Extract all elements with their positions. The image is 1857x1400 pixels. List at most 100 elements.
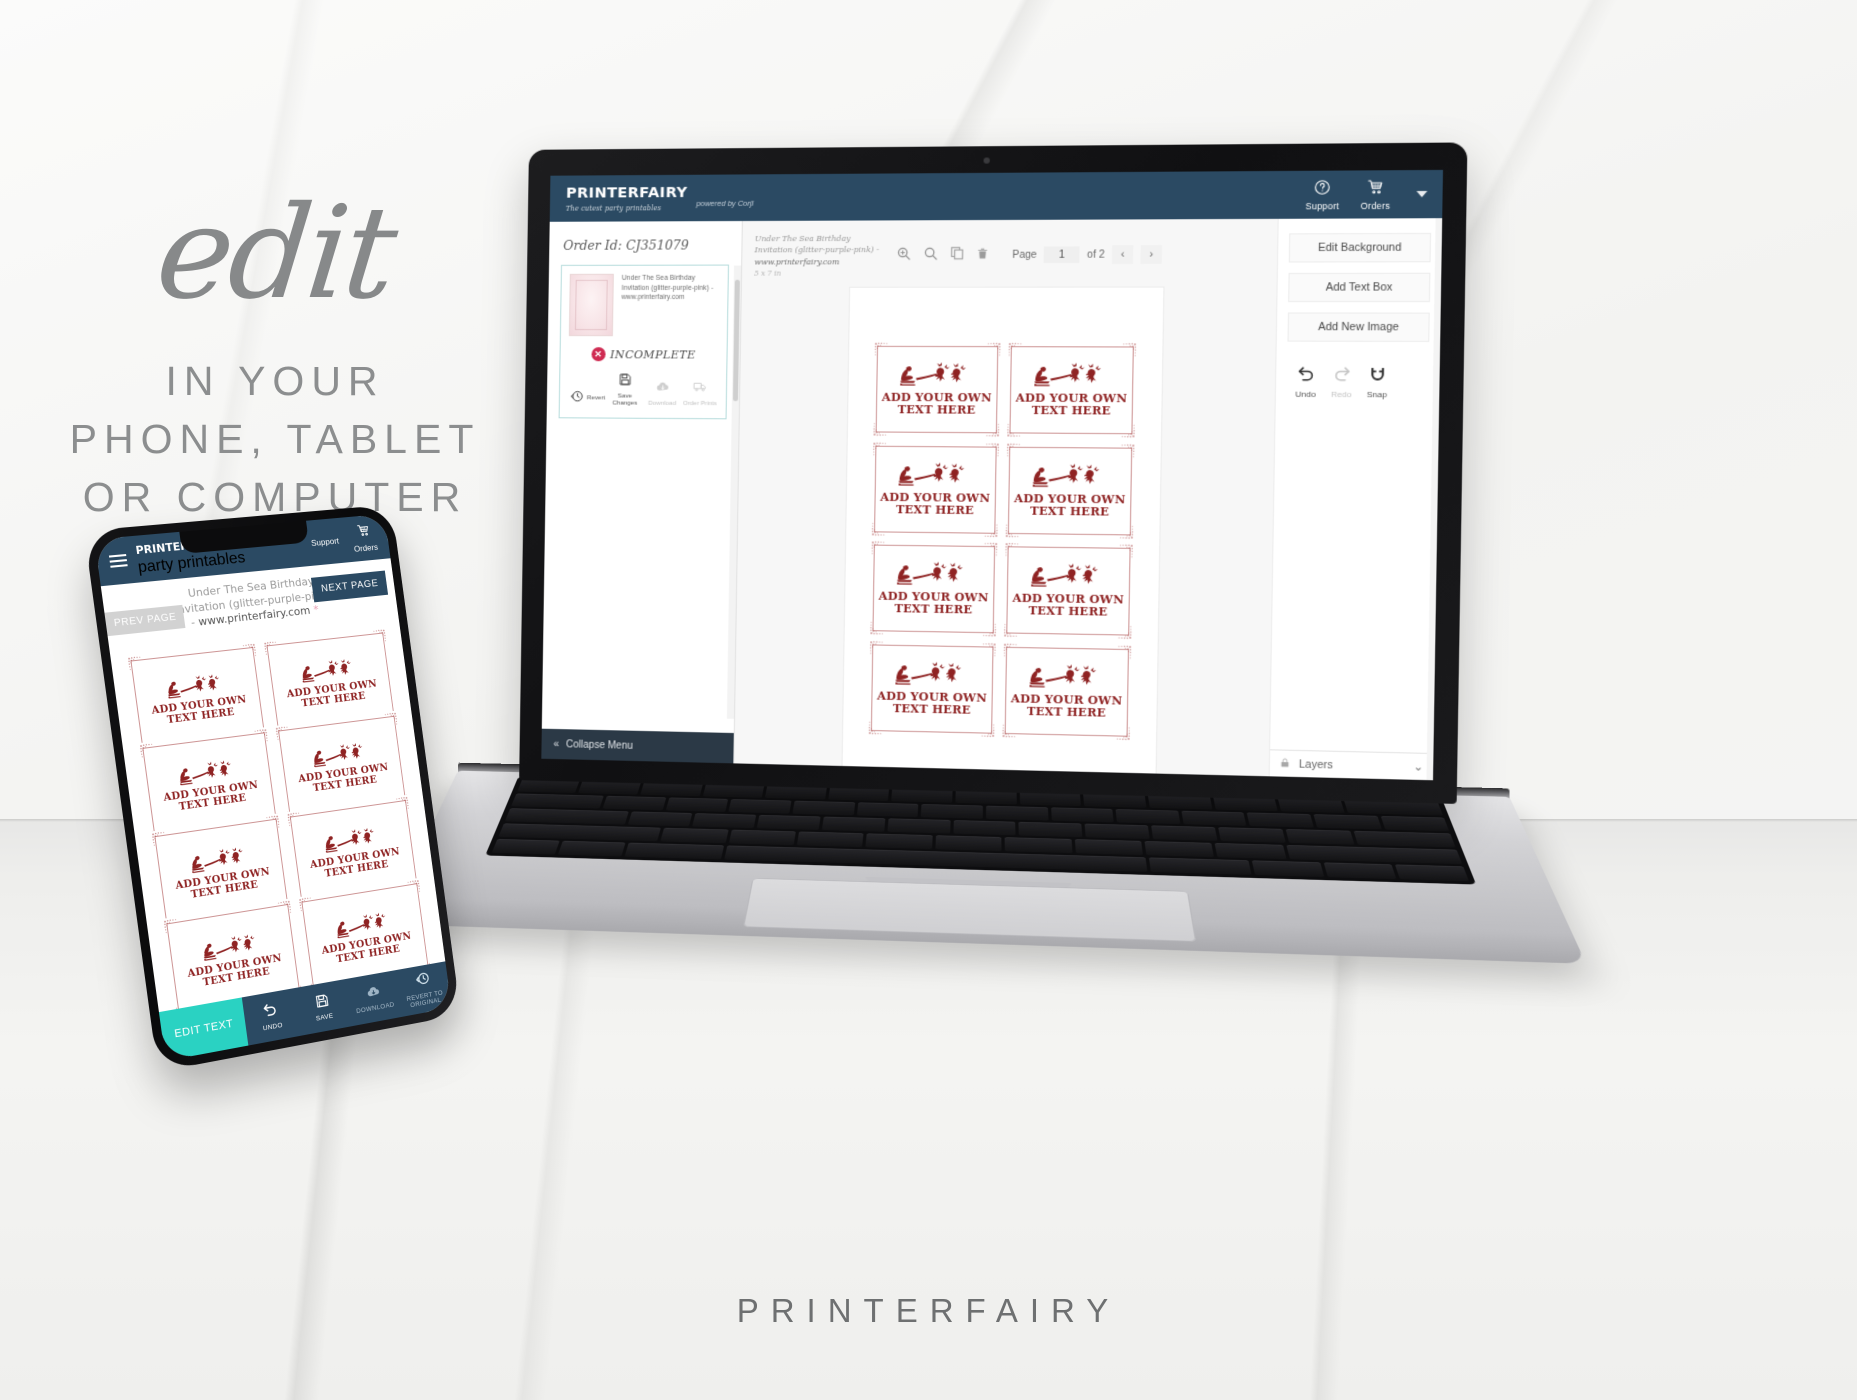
ornament-corner-icon xyxy=(979,721,996,738)
save-changes-button[interactable]: Save Changes xyxy=(607,372,643,407)
chevron-right-icon[interactable]: › xyxy=(1140,245,1163,264)
magnet-icon xyxy=(1367,365,1387,388)
redo-label: Redo xyxy=(1330,389,1352,400)
hamburger-menu-icon[interactable] xyxy=(108,554,128,568)
add-text-box-button[interactable]: Add Text Box xyxy=(1288,272,1431,303)
document-title-muted: Under The Sea Birthday Invitation (glitt… xyxy=(754,233,880,255)
support-button[interactable]: Support xyxy=(1305,178,1339,211)
invitation-card[interactable]: ADD YOUR OWN TEXT HERE xyxy=(867,539,1001,639)
document-title-url: www.printerfairy.com xyxy=(754,257,840,267)
ornament-corner-icon xyxy=(252,728,269,746)
card-border xyxy=(870,643,994,734)
status-badge-label: INCOMPLETE xyxy=(610,347,696,362)
save-changes-label: Save Changes xyxy=(612,392,638,408)
orders-button[interactable]: Orders xyxy=(1361,178,1391,211)
download-button[interactable]: Download xyxy=(644,380,680,408)
ornament-corner-icon xyxy=(275,725,292,743)
ornament-corner-icon xyxy=(980,642,997,659)
page-number-input[interactable] xyxy=(1043,246,1080,264)
phone-download-button[interactable]: DOWNLOAD xyxy=(346,970,403,1026)
close-icon: ✕ xyxy=(591,347,606,362)
ornament-corner-icon xyxy=(1115,644,1132,661)
edit-background-button[interactable]: Edit Background xyxy=(1288,232,1432,263)
ornament-corner-icon xyxy=(240,642,258,660)
zoom-in-icon[interactable] xyxy=(896,245,912,264)
ornament-corner-icon xyxy=(982,521,999,538)
orders-label: Orders xyxy=(1360,200,1391,211)
redo-button[interactable]: Redo xyxy=(1330,365,1352,400)
phone-product-title-star: * xyxy=(312,603,320,617)
snap-label: Snap xyxy=(1366,389,1388,400)
revert-clock-icon xyxy=(414,970,432,992)
chevron-down-icon[interactable]: ⌄ xyxy=(1413,760,1423,774)
undo-button[interactable]: Undo xyxy=(1295,365,1316,399)
revert-button[interactable]: Revert xyxy=(570,389,606,407)
ornament-corner-icon xyxy=(1120,342,1137,359)
invitation-card[interactable]: ADD YOUR OWN TEXT HERE xyxy=(870,340,1004,439)
invitation-card[interactable]: ADD YOUR OWN TEXT HERE xyxy=(865,638,999,739)
laptop-trackpad[interactable] xyxy=(743,877,1197,942)
ornament-corner-icon xyxy=(163,918,181,937)
snap-button[interactable]: Snap xyxy=(1366,365,1388,400)
ornament-corner-icon xyxy=(1115,623,1132,640)
caret-down-icon[interactable] xyxy=(1416,190,1428,198)
ornament-corner-icon xyxy=(981,542,998,559)
headline-script-word: edit xyxy=(150,179,400,328)
ornament-corner-icon xyxy=(371,628,388,645)
trash-icon[interactable] xyxy=(976,245,990,265)
phone-revert-button[interactable]: REVERT TO ORIGINAL xyxy=(396,961,452,1016)
app-logo-text: PRINTERFAIRY xyxy=(565,184,688,202)
design-sheet[interactable]: ADD YOUR OWN TEXT HERE ADD YOUR OWN TEXT… xyxy=(842,287,1164,774)
ornament-corner-icon xyxy=(1118,443,1135,460)
invitation-card[interactable]: ADD YOUR OWN TEXT HERE xyxy=(868,440,1003,539)
phone-undo-button[interactable]: UNDO xyxy=(242,988,301,1045)
collapse-menu-button[interactable]: « Collapse Menu xyxy=(541,728,734,764)
page-total-label: of 2 xyxy=(1087,249,1105,261)
invitation-card[interactable]: ADD YOUR OWN TEXT HERE xyxy=(1004,341,1140,440)
ornament-corner-icon xyxy=(872,421,889,437)
ornament-corner-icon xyxy=(1008,342,1025,358)
app-logo[interactable]: PRINTERFAIRY The cutest party printables… xyxy=(565,183,754,213)
ornament-corner-icon xyxy=(983,421,1000,438)
app-topbar: PRINTERFAIRY The cutest party printables… xyxy=(549,169,1443,222)
ornament-corner-icon xyxy=(1117,523,1134,540)
invitation-card[interactable]: ADD YOUR OWN TEXT HERE xyxy=(1002,441,1138,541)
phone-save-button[interactable]: SAVE xyxy=(294,979,352,1036)
right-panel-scrollbar[interactable] xyxy=(1426,218,1443,781)
order-item-card[interactable]: Under The Sea Birthday Invitation (glitt… xyxy=(558,264,729,420)
chevron-left-icon[interactable]: ‹ xyxy=(1111,245,1134,264)
webcam-icon xyxy=(983,157,990,164)
duplicate-icon[interactable] xyxy=(950,246,965,264)
layers-panel-toggle[interactable]: Layers ⌄ xyxy=(1269,749,1434,781)
laptop-mockup: PRINTERFAIRY The cutest party printables… xyxy=(384,142,1587,1088)
product-thumbnail[interactable] xyxy=(568,273,614,337)
card-border xyxy=(1007,446,1133,536)
cloud-download-icon xyxy=(655,380,670,398)
phone-orders-button[interactable]: Orders xyxy=(351,523,379,554)
card-border xyxy=(872,544,996,634)
phone-support-button[interactable]: Support xyxy=(311,536,340,548)
right-panel: Edit Background Add Text Box Add New Ima… xyxy=(1268,218,1443,781)
layers-label: Layers xyxy=(1298,757,1333,772)
ornament-corner-icon xyxy=(871,520,888,537)
phone-support-label: Support xyxy=(310,535,340,548)
ornament-corner-icon xyxy=(275,900,292,918)
invitation-card[interactable]: ADD YOUR OWN TEXT HERE xyxy=(999,641,1135,742)
phone-save-label: SAVE xyxy=(315,1012,334,1023)
delivery-truck-icon xyxy=(691,380,708,398)
zoom-out-icon[interactable] xyxy=(923,245,939,264)
shopping-cart-icon xyxy=(1366,178,1385,199)
phone-design-sheet[interactable]: ADD YOUR OWN TEXT HERE ADD YOUR OWN TEXT… xyxy=(109,615,446,1013)
floppy-disk-icon xyxy=(314,992,331,1013)
card-border xyxy=(875,346,999,434)
ornament-corner-icon xyxy=(985,342,1002,358)
phone-screen: PRINTERFAIRY The cutest party printables… xyxy=(94,513,452,1061)
ornament-corner-icon xyxy=(868,719,885,736)
invitation-card[interactable]: ADD YOUR OWN TEXT HERE xyxy=(1000,541,1136,642)
ornament-corner-icon xyxy=(980,621,997,638)
order-prints-button[interactable]: Order Prints xyxy=(682,380,718,408)
order-id-label: Order Id: CJ351079 xyxy=(563,237,689,253)
product-title: Under The Sea Birthday Invitation (glitt… xyxy=(621,274,714,302)
add-new-image-button[interactable]: Add New Image xyxy=(1287,312,1430,342)
ornament-corner-icon xyxy=(1003,642,1020,659)
